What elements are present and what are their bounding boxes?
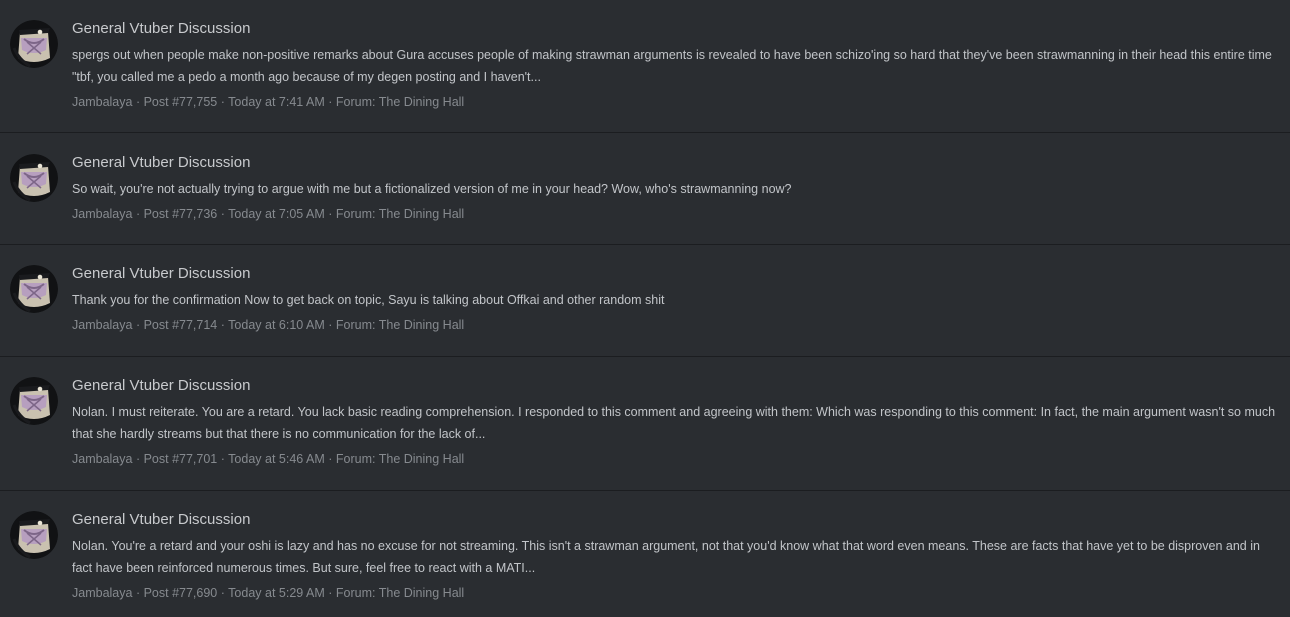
thread-title-link[interactable]: General Vtuber Discussion <box>72 154 1276 172</box>
post-snippet: spergs out when people make non-positive… <box>72 48 1272 84</box>
post-number-link[interactable]: Post #77,701 <box>144 452 218 466</box>
list-item: General Vtuber Discussion spergs out whe… <box>0 0 1290 133</box>
author-link[interactable]: Jambalaya <box>72 95 132 109</box>
post-number-link[interactable]: Post #77,690 <box>144 586 218 600</box>
meta-separator: · <box>328 207 333 221</box>
post-time: Today at 7:41 AM <box>228 95 325 109</box>
forum-link[interactable]: Forum: The Dining Hall <box>336 452 464 466</box>
meta-separator: · <box>135 452 141 466</box>
post-time: Today at 7:05 AM <box>228 207 325 221</box>
post-meta: Jambalaya · Post #77,736 · Today at 7:05… <box>72 206 1276 222</box>
post-snippet: Nolan. You're a retard and your oshi is … <box>72 539 1260 575</box>
meta-separator: · <box>328 586 333 600</box>
meta-separator: · <box>135 586 141 600</box>
user-avatar-icon <box>10 511 58 559</box>
user-avatar-icon <box>10 154 58 202</box>
post-meta: Jambalaya · Post #77,701 · Today at 5:46… <box>72 451 1276 467</box>
forum-link[interactable]: Forum: The Dining Hall <box>336 586 464 600</box>
thread-title-link[interactable]: General Vtuber Discussion <box>72 265 1276 283</box>
meta-separator: · <box>220 586 225 600</box>
avatar[interactable] <box>10 265 58 313</box>
user-avatar-icon <box>10 20 58 68</box>
avatar[interactable] <box>10 20 58 68</box>
post-number-link[interactable]: Post #77,755 <box>144 95 218 109</box>
post-snippet: Nolan. I must reiterate. You are a retar… <box>72 405 1276 441</box>
post-meta: Jambalaya · Post #77,690 · Today at 5:29… <box>72 585 1276 601</box>
post-meta: Jambalaya · Post #77,755 · Today at 7:41… <box>72 94 1276 110</box>
meta-separator: · <box>135 207 141 221</box>
list-item: General Vtuber Discussion Nolan. You're … <box>0 491 1290 617</box>
post-meta: Jambalaya · Post #77,714 · Today at 6:10… <box>72 317 1276 333</box>
forum-link[interactable]: Forum: The Dining Hall <box>336 95 464 109</box>
author-link[interactable]: Jambalaya <box>72 452 132 466</box>
meta-separator: · <box>135 318 141 332</box>
post-time: Today at 5:29 AM <box>228 586 325 600</box>
forum-link[interactable]: Forum: The Dining Hall <box>336 207 464 221</box>
meta-separator: · <box>328 452 333 466</box>
post-time: Today at 5:46 AM <box>228 452 325 466</box>
avatar[interactable] <box>10 377 58 425</box>
author-link[interactable]: Jambalaya <box>72 586 132 600</box>
meta-separator: · <box>135 95 141 109</box>
user-avatar-icon <box>10 377 58 425</box>
author-link[interactable]: Jambalaya <box>72 318 132 332</box>
author-link[interactable]: Jambalaya <box>72 207 132 221</box>
post-snippet: Thank you for the confirmation Now to ge… <box>72 293 665 307</box>
meta-separator: · <box>220 95 225 109</box>
post-number-link[interactable]: Post #77,736 <box>144 207 218 221</box>
meta-separator: · <box>328 318 333 332</box>
forum-link[interactable]: Forum: The Dining Hall <box>336 318 464 332</box>
post-time: Today at 6:10 AM <box>228 318 325 332</box>
avatar[interactable] <box>10 154 58 202</box>
list-item: General Vtuber Discussion So wait, you'r… <box>0 133 1290 245</box>
thread-title-link[interactable]: General Vtuber Discussion <box>72 20 1276 38</box>
thread-title-link[interactable]: General Vtuber Discussion <box>72 377 1276 395</box>
avatar[interactable] <box>10 511 58 559</box>
meta-separator: · <box>220 318 225 332</box>
meta-separator: · <box>328 95 333 109</box>
list-item: General Vtuber Discussion Thank you for … <box>0 245 1290 357</box>
user-avatar-icon <box>10 265 58 313</box>
thread-title-link[interactable]: General Vtuber Discussion <box>72 511 1276 529</box>
post-snippet: So wait, you're not actually trying to a… <box>72 182 792 196</box>
search-results-list: General Vtuber Discussion spergs out whe… <box>0 0 1290 617</box>
meta-separator: · <box>220 452 225 466</box>
post-number-link[interactable]: Post #77,714 <box>144 318 218 332</box>
meta-separator: · <box>220 207 225 221</box>
list-item: General Vtuber Discussion Nolan. I must … <box>0 357 1290 491</box>
